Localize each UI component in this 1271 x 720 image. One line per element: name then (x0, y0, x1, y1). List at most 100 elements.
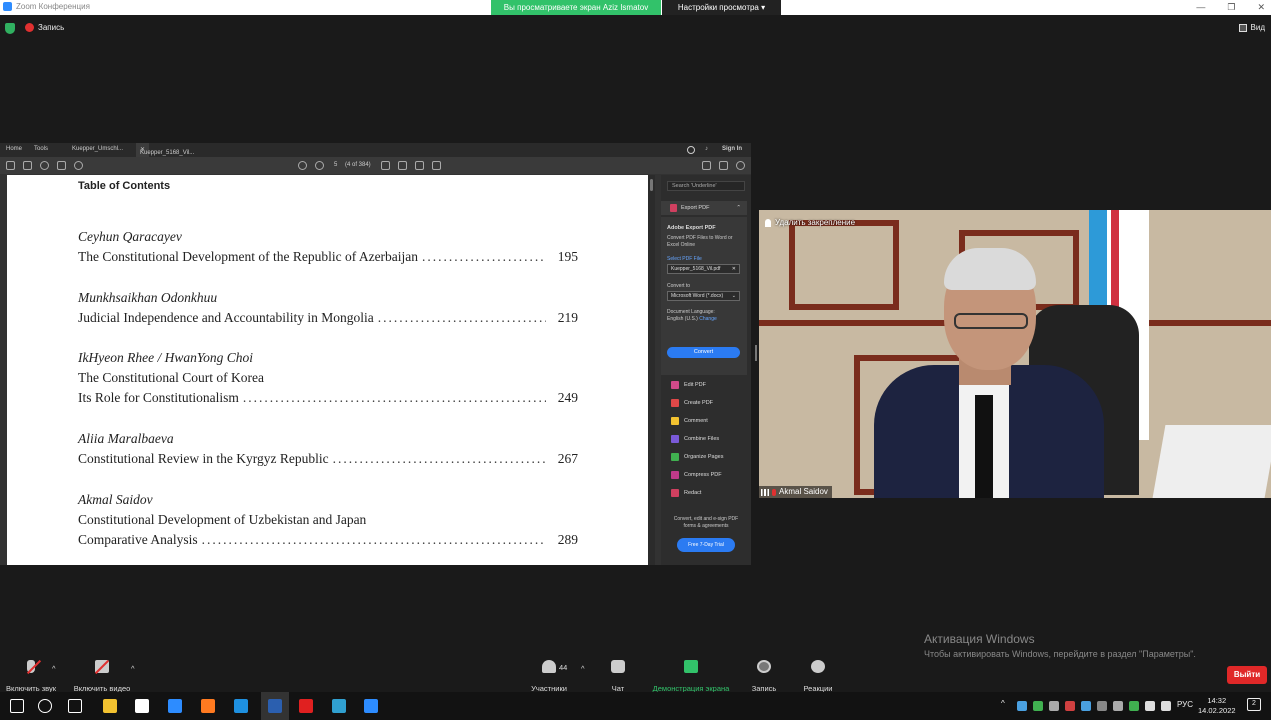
tab-home[interactable]: Home (6, 146, 22, 152)
print-icon[interactable] (57, 161, 66, 170)
tray-app-icon[interactable] (1065, 701, 1075, 711)
yandex-icon[interactable] (299, 699, 313, 713)
toc-line[interactable]: Constitutional Development of Uzbekistan… (78, 510, 578, 530)
tools-search-input[interactable]: Search 'Underline' (667, 181, 745, 191)
clock[interactable]: 14:32 14.02.2022 (1198, 696, 1236, 716)
tray-app-icon[interactable] (1113, 701, 1123, 711)
edge-icon[interactable] (234, 699, 248, 713)
leader-dots (202, 530, 546, 550)
tray-expand-icon[interactable]: ^ (1001, 699, 1005, 709)
help-icon[interactable] (687, 146, 695, 154)
minimize-icon[interactable]: — (1196, 0, 1205, 14)
reactions-button[interactable]: Реакции (799, 660, 837, 693)
link-icon[interactable] (702, 161, 711, 170)
toc-line[interactable]: Constitutional Review in the Kyrgyz Repu… (78, 449, 578, 469)
toc-line[interactable]: Its Role for Constitutionalism 249 (78, 388, 578, 408)
change-language-link[interactable]: Change (699, 316, 717, 322)
close-icon[interactable]: ✕ (1257, 0, 1265, 14)
recording-indicator[interactable]: Запись (25, 23, 64, 32)
restore-icon[interactable]: ❐ (1227, 0, 1235, 14)
star-icon[interactable] (23, 161, 32, 170)
acrobat-tabs: Home Tools Kuepper_Umschl... Kuepper_516… (0, 143, 751, 157)
task-view-icon[interactable] (68, 699, 82, 713)
defender-icon[interactable] (1017, 701, 1027, 711)
convert-to-select[interactable]: Microsoft Word (*.docx) ⌄ (667, 291, 740, 301)
tab-tools[interactable]: Tools (34, 146, 48, 152)
chrome-icon[interactable] (332, 699, 346, 713)
sidebar-toggle-icon[interactable] (6, 161, 15, 170)
toc-author: IkHyeon Rhee / HwanYong Choi (78, 350, 253, 365)
comment-tool-icon[interactable] (381, 161, 390, 170)
pdf-scrollbar[interactable] (648, 175, 655, 565)
tray-app-icon[interactable] (1097, 701, 1107, 711)
free-trial-button[interactable]: Free 7-Day Trial (677, 538, 735, 552)
tool-item[interactable]: Compress PDF (661, 469, 747, 487)
document-language: English (U.S.) Change (667, 316, 717, 322)
clear-icon[interactable]: ✕ (732, 265, 736, 274)
toc-line[interactable]: The Constitutional Development of the Re… (78, 247, 578, 267)
input-language[interactable]: РУС (1177, 700, 1193, 709)
search-icon[interactable] (38, 699, 52, 713)
tray-app-icon[interactable] (1129, 701, 1139, 711)
leave-button[interactable]: Выйти (1227, 666, 1267, 684)
toc-line[interactable]: The Constitutional Court of Korea (78, 368, 578, 388)
tool-item[interactable]: Edit PDF (661, 379, 747, 397)
chat-button[interactable]: Чат (603, 660, 633, 693)
zoom-icon[interactable] (364, 699, 378, 713)
tool-item[interactable]: Combine Files (661, 433, 747, 451)
account-icon[interactable] (736, 161, 745, 170)
bell-icon[interactable]: ♪ (705, 146, 708, 152)
network-icon[interactable] (1145, 701, 1155, 711)
pdf-page[interactable]: Table of Contents Ceyhun Qaracayev The C… (7, 175, 648, 565)
chevron-down-icon: ⌄ (731, 293, 736, 299)
tab-document-2[interactable]: Kuepper_5168_Vil... ✕ (136, 143, 194, 157)
glasses (954, 313, 1028, 329)
participant-video[interactable]: Удалить закрепление Akmal Saidov (759, 210, 1271, 498)
firefox-icon[interactable] (201, 699, 215, 713)
pen-icon[interactable] (398, 161, 407, 170)
mail-icon[interactable] (168, 699, 182, 713)
security-shield-icon[interactable] (5, 23, 15, 34)
split-handle[interactable] (755, 345, 757, 361)
zoom-logo-icon (3, 2, 12, 11)
tray-app-icon[interactable] (1033, 701, 1043, 711)
file-field[interactable]: Kuepper_5168_Vil.pdf ✕ (667, 264, 740, 274)
toc-line[interactable]: Comparative Analysis 289 (78, 530, 578, 550)
email-icon[interactable] (719, 161, 728, 170)
sign-icon[interactable] (415, 161, 424, 170)
tool-item[interactable]: Comment (661, 415, 747, 433)
file-explorer-icon[interactable] (103, 699, 117, 713)
start-icon[interactable] (10, 699, 24, 713)
volume-icon[interactable] (1161, 701, 1171, 711)
tool-item[interactable]: Redact (661, 487, 747, 505)
video-options-caret-icon[interactable]: ^ (131, 664, 135, 673)
word-icon[interactable] (268, 699, 282, 713)
export-pdf-header[interactable]: Export PDF ⌃ (661, 201, 747, 215)
tool-item[interactable]: Organize Pages (661, 451, 747, 469)
sign-in-link[interactable]: Sign In (722, 146, 742, 152)
share-tool-icon[interactable] (432, 161, 441, 170)
share-screen-button[interactable]: Демонстрация экрана (648, 660, 734, 693)
view-options-button[interactable]: Настройки просмотра ▾ (662, 0, 781, 15)
page-down-icon[interactable] (315, 161, 324, 170)
notification-center-icon[interactable]: 2 (1247, 698, 1261, 711)
toc-page-number: 289 (557, 532, 578, 547)
tray-app-icon[interactable] (1081, 701, 1091, 711)
tab-document-1[interactable]: Kuepper_Umschl... (72, 146, 123, 152)
zoom-search-icon[interactable] (74, 161, 83, 170)
page-up-icon[interactable] (298, 161, 307, 170)
toc-line[interactable]: Judicial Independence and Accountability… (78, 308, 578, 328)
tray-app-icon[interactable] (1049, 701, 1059, 711)
scrollbar-thumb[interactable] (650, 179, 653, 191)
store-icon[interactable] (135, 699, 149, 713)
page-number-input[interactable]: 5 (334, 162, 337, 168)
tool-item[interactable]: Create PDF (661, 397, 747, 415)
record-button[interactable]: Запись (746, 660, 782, 693)
view-button[interactable]: Вид (1238, 23, 1265, 32)
unpin-button[interactable]: Удалить закрепление (765, 218, 855, 227)
participants-caret-icon[interactable]: ^ (581, 664, 585, 673)
convert-button[interactable]: Convert (667, 347, 740, 358)
start-video-button[interactable]: Включить видео (70, 660, 134, 693)
audio-options-caret-icon[interactable]: ^ (52, 664, 56, 673)
upload-icon[interactable] (40, 161, 49, 170)
